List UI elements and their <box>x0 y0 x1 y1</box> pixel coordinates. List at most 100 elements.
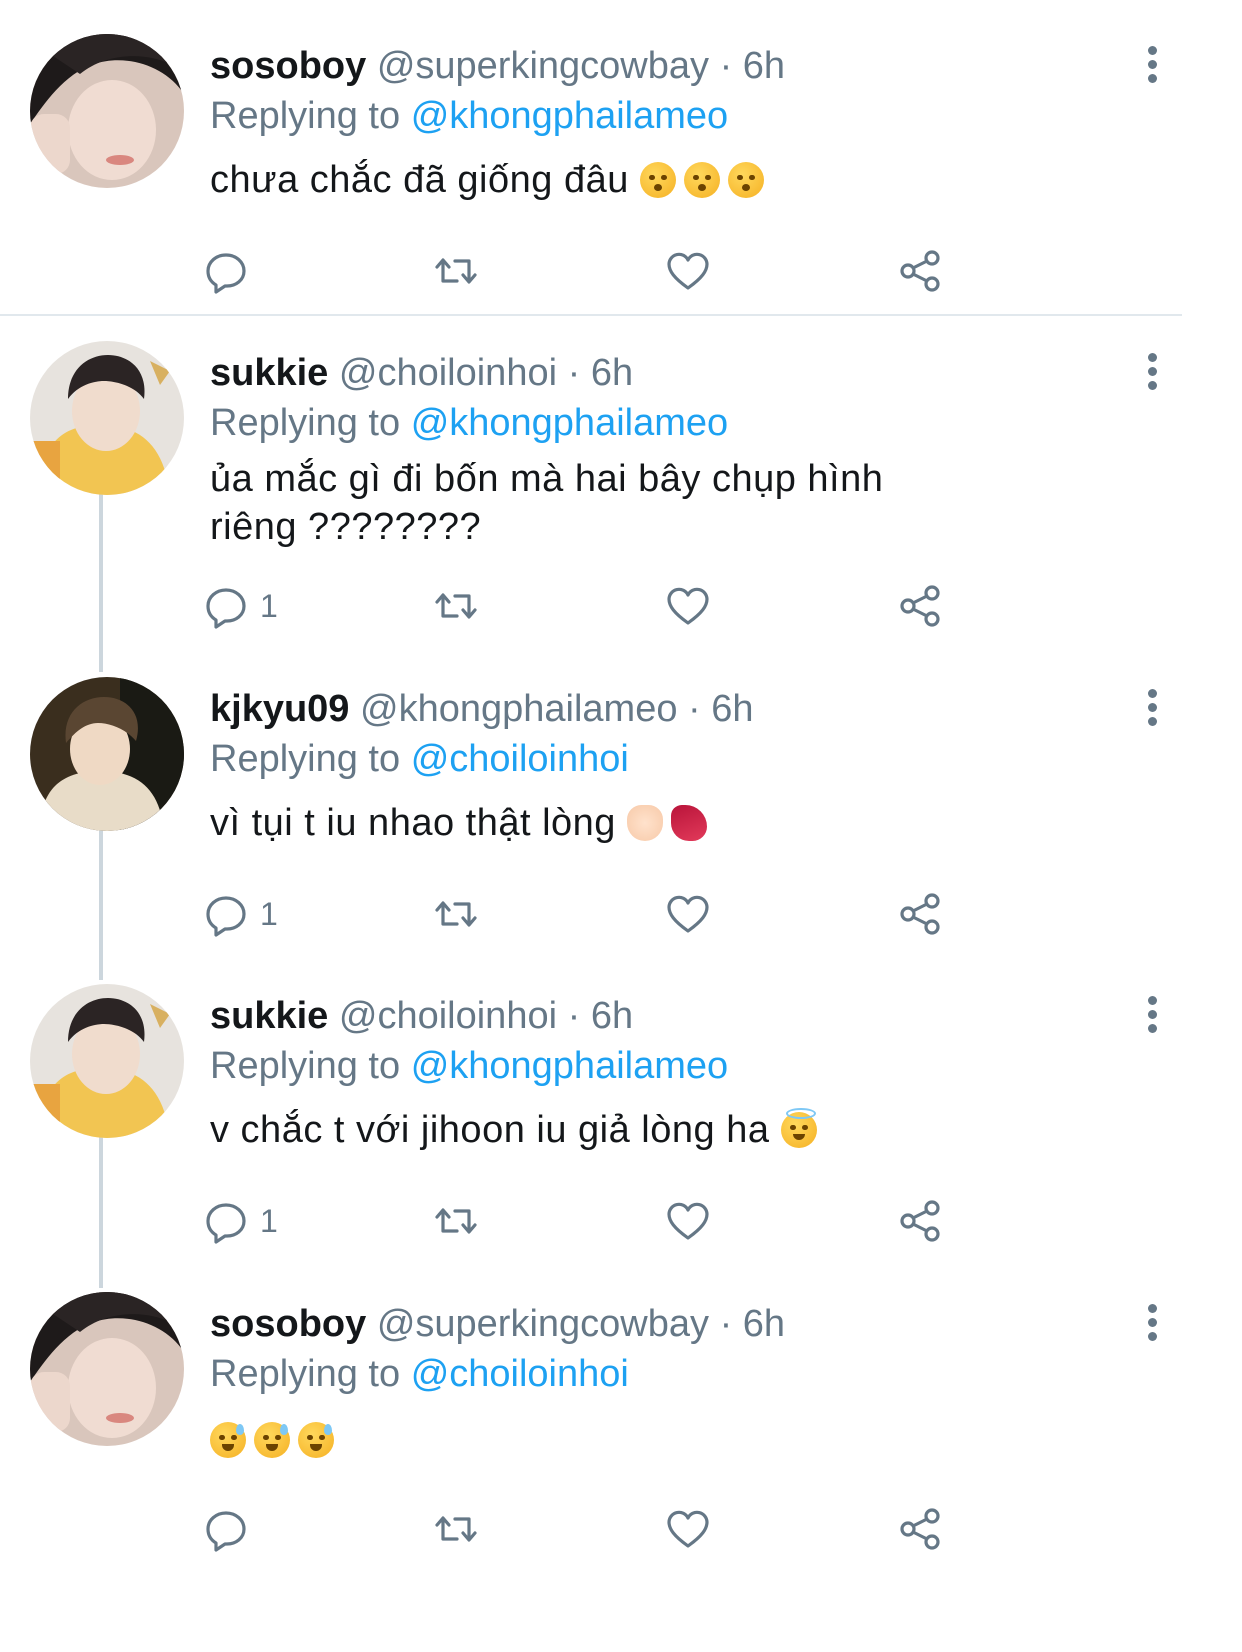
user-handle[interactable]: @choiloinhoi <box>339 352 557 394</box>
user-handle[interactable]: @superkingcowbay <box>377 45 709 87</box>
retweet-button[interactable] <box>432 889 480 939</box>
like-button[interactable] <box>664 581 712 631</box>
separator-dot: · <box>719 45 733 87</box>
retweet-button[interactable] <box>432 246 480 296</box>
mention-link[interactable]: @choiloinhoi <box>411 738 629 780</box>
reply-icon <box>206 1511 246 1552</box>
share-icon <box>900 1508 940 1550</box>
share-button[interactable] <box>896 246 944 296</box>
like-button[interactable] <box>664 1196 712 1246</box>
avatar[interactable] <box>30 984 184 1138</box>
replying-label: Replying to <box>210 1045 401 1087</box>
retweet-button[interactable] <box>432 581 480 631</box>
display-name[interactable]: sukkie <box>210 995 328 1037</box>
reply-icon <box>206 588 246 629</box>
timestamp[interactable]: 6h <box>591 995 633 1037</box>
display-name[interactable]: sosoboy <box>210 1303 366 1345</box>
retweet-icon <box>435 901 477 927</box>
timestamp[interactable]: 6h <box>711 688 753 730</box>
separator-dot: · <box>688 688 701 730</box>
replying-to: Replying to @khongphailameo <box>210 92 728 140</box>
display-name[interactable]: sosoboy <box>210 45 366 87</box>
tweet-text: ủa mắc gì đi bốn mà hai bây chụp hình ri… <box>210 455 910 551</box>
separator-dot: · <box>567 995 581 1037</box>
display-name[interactable]: sukkie <box>210 352 328 394</box>
heart-hands-emoji <box>627 805 663 841</box>
reply-icon <box>206 253 246 294</box>
avatar[interactable] <box>30 341 184 495</box>
replying-to: Replying to @choiloinhoi <box>210 1350 629 1398</box>
heart-icon <box>667 895 709 933</box>
reply-icon <box>206 896 246 937</box>
retweet-button[interactable] <box>432 1196 480 1246</box>
retweet-icon <box>435 1208 477 1234</box>
replying-to: Replying to @khongphailameo <box>210 1042 728 1090</box>
reply-button[interactable] <box>202 1504 250 1554</box>
tweet-header: kjkyu09 @khongphailameo · 6h <box>210 685 754 733</box>
reply-button[interactable]: 1 <box>202 889 278 939</box>
reply-count: 1 <box>260 895 278 932</box>
retweet-icon <box>435 258 477 284</box>
replying-label: Replying to <box>210 1353 401 1395</box>
replying-label: Replying to <box>210 738 401 780</box>
retweet-icon <box>435 1516 477 1542</box>
display-name[interactable]: kjkyu09 <box>210 688 349 730</box>
tweet-actions <box>206 246 1010 296</box>
share-button[interactable] <box>896 1196 944 1246</box>
retweet-icon <box>435 593 477 619</box>
tweet-text: v chắc t với jihoon iu giả lòng ha <box>210 1106 970 1154</box>
timestamp[interactable]: 6h <box>743 45 785 87</box>
more-vertical-icon[interactable] <box>1140 1304 1164 1344</box>
like-button[interactable] <box>664 246 712 296</box>
reply-count: 1 <box>260 1202 278 1239</box>
replying-to: Replying to @choiloinhoi <box>210 735 629 783</box>
mention-link[interactable]: @choiloinhoi <box>411 1353 629 1395</box>
sweat-smile-emoji <box>210 1422 246 1458</box>
kissing-face-emoji <box>683 162 720 198</box>
avatar[interactable] <box>30 34 184 188</box>
tweet-actions: 1 <box>206 889 1010 939</box>
heart-icon <box>667 252 709 290</box>
mention-link[interactable]: @khongphailameo <box>411 95 728 137</box>
heart-icon <box>667 587 709 625</box>
timestamp[interactable]: 6h <box>591 352 633 394</box>
avatar[interactable] <box>30 1292 184 1446</box>
user-handle[interactable]: @superkingcowbay <box>377 1303 709 1345</box>
tweet-body: v chắc t với jihoon iu giả lòng ha <box>210 1109 770 1151</box>
replying-label: Replying to <box>210 402 401 444</box>
tweet-text <box>210 1416 970 1464</box>
tweet-text: vì tụi t iu nhao thật lòng <box>210 799 970 847</box>
share-button[interactable] <box>896 889 944 939</box>
more-vertical-icon[interactable] <box>1140 353 1164 393</box>
reply-button[interactable]: 1 <box>202 581 278 631</box>
tweet-actions: 1 <box>206 581 1010 631</box>
share-button[interactable] <box>896 1504 944 1554</box>
mention-link[interactable]: @khongphailameo <box>411 1045 728 1087</box>
thread-line <box>99 826 103 980</box>
user-handle[interactable]: @khongphailameo <box>360 688 677 730</box>
heart-icon <box>667 1202 709 1240</box>
share-icon <box>900 1200 940 1242</box>
like-button[interactable] <box>664 889 712 939</box>
retweet-button[interactable] <box>432 1504 480 1554</box>
tweet-header: sukkie @choiloinhoi · 6h <box>210 349 633 397</box>
more-vertical-icon[interactable] <box>1140 996 1164 1036</box>
mention-link[interactable]: @khongphailameo <box>411 402 728 444</box>
more-vertical-icon[interactable] <box>1140 689 1164 729</box>
avatar[interactable] <box>30 677 184 831</box>
share-button[interactable] <box>896 581 944 631</box>
reply-button[interactable] <box>202 246 250 296</box>
tweet-body: vì tụi t iu nhao thật lòng <box>210 802 616 844</box>
tweet-body: chưa chắc đã giống đâu <box>210 159 629 201</box>
share-icon <box>900 893 940 935</box>
more-vertical-icon[interactable] <box>1140 46 1164 86</box>
like-button[interactable] <box>664 1504 712 1554</box>
reply-icon <box>206 1203 246 1244</box>
reply-button[interactable]: 1 <box>202 1196 278 1246</box>
tweet-actions: 1 <box>206 1196 1010 1246</box>
tweet-actions <box>206 1504 1010 1554</box>
reply-count: 1 <box>260 587 278 624</box>
user-handle[interactable]: @choiloinhoi <box>339 995 557 1037</box>
timestamp[interactable]: 6h <box>743 1303 785 1345</box>
divider <box>0 314 1182 316</box>
